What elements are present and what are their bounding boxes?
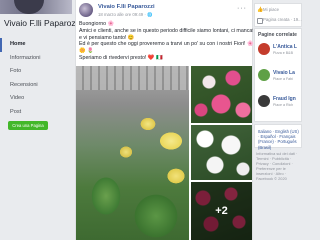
nav-item-home[interactable]: Home bbox=[0, 38, 72, 52]
post-line: Speriamo di rivedervi presto! ❤️ 🇮🇹 bbox=[79, 54, 163, 61]
related-page-sub: Pizza e B&B bbox=[273, 51, 293, 55]
feed-post: Vivaio F.lli Paparozzi 18 marzo alle ore… bbox=[75, 0, 257, 240]
nav-item-recensioni[interactable]: Recensioni bbox=[0, 79, 72, 93]
footer-links[interactable]: Informativa sul dei dati · Termini · Pub… bbox=[256, 151, 300, 181]
page-title[interactable]: Vivaio F.lli Paparozzi bbox=[4, 18, 82, 28]
nav-item-informazioni[interactable]: Informazioni bbox=[0, 52, 72, 66]
post-body: Buongiorno 🌸 Amici e clienti, anche se i… bbox=[79, 21, 257, 62]
photo-more[interactable]: +2 bbox=[191, 182, 252, 240]
language-card: Italiano · English (US) · Español · Fran… bbox=[254, 124, 302, 150]
photo-white-flowers[interactable] bbox=[191, 125, 252, 180]
related-page[interactable]: Vivaio La Piace a Fabi bbox=[258, 69, 302, 91]
photo-grid: +2 bbox=[76, 66, 252, 240]
nav-item-post[interactable]: Post bbox=[0, 106, 72, 120]
post-header: Vivaio F.lli Paparozzi 18 marzo alle ore… bbox=[79, 3, 249, 21]
post-timestamp[interactable]: 18 marzo alle ore 09:49 · 🌐 bbox=[98, 12, 152, 18]
related-pages-title: Pagine correlate bbox=[258, 32, 297, 38]
language-links[interactable]: Italiano · English (US) · Español · Fran… bbox=[258, 129, 300, 150]
related-page-name[interactable]: Fraud Ign bbox=[273, 96, 296, 102]
create-page-button[interactable]: Crea una Pagina bbox=[8, 121, 48, 130]
page-nav: Home Informazioni Foto Recensioni Video … bbox=[0, 38, 72, 133]
page-created-text: Pagina creata · 19... bbox=[263, 17, 302, 22]
nav-item-video[interactable]: Video bbox=[0, 92, 72, 106]
related-page-sub: Piace a Fabi bbox=[273, 77, 293, 81]
post-line: Buongiorno 🌸 bbox=[79, 21, 115, 27]
post-author-link[interactable]: Vivaio F.lli Paparozzi bbox=[98, 4, 155, 10]
related-pages-card: Pagine correlate L'Antica L Pizza e B&B … bbox=[254, 28, 302, 122]
more-options-icon[interactable]: ··· bbox=[237, 5, 247, 12]
like-count-text[interactable]: Mi piace bbox=[263, 7, 279, 12]
photo-pink-flowers[interactable] bbox=[191, 66, 252, 123]
related-page[interactable]: Fraud Ign Piace a Rich bbox=[258, 95, 302, 117]
post-line: 🌼 🌷 bbox=[79, 48, 94, 55]
related-page-name[interactable]: Vivaio La bbox=[273, 70, 295, 76]
right-column: 👍 Mi piace Pagina creata · 19... Pagine … bbox=[253, 0, 302, 240]
page-logo[interactable] bbox=[258, 69, 270, 81]
page-info-card: 👍 Mi piace Pagina creata · 19... bbox=[254, 3, 302, 27]
related-page-sub: Piace a Rich bbox=[273, 103, 294, 107]
more-photos-count[interactable]: +2 bbox=[191, 182, 252, 240]
photo-yellow-snapdragons[interactable] bbox=[76, 66, 189, 240]
page-logo[interactable] bbox=[258, 43, 270, 55]
post-line: Amici e clienti, anche se in questo peri… bbox=[79, 27, 257, 34]
post-line: Ed è per questo che oggi proveremo a tra… bbox=[79, 41, 254, 48]
greenhouse-roof bbox=[76, 66, 189, 90]
nav-item-foto[interactable]: Foto bbox=[0, 65, 72, 79]
author-avatar[interactable] bbox=[79, 3, 93, 17]
page-logo[interactable] bbox=[258, 95, 270, 107]
related-page-name[interactable]: L'Antica L bbox=[273, 44, 297, 50]
page-sidebar: Vivaio F.lli Paparozzi Home Informazioni… bbox=[0, 0, 82, 240]
related-page[interactable]: L'Antica L Pizza e B&B bbox=[258, 43, 302, 65]
